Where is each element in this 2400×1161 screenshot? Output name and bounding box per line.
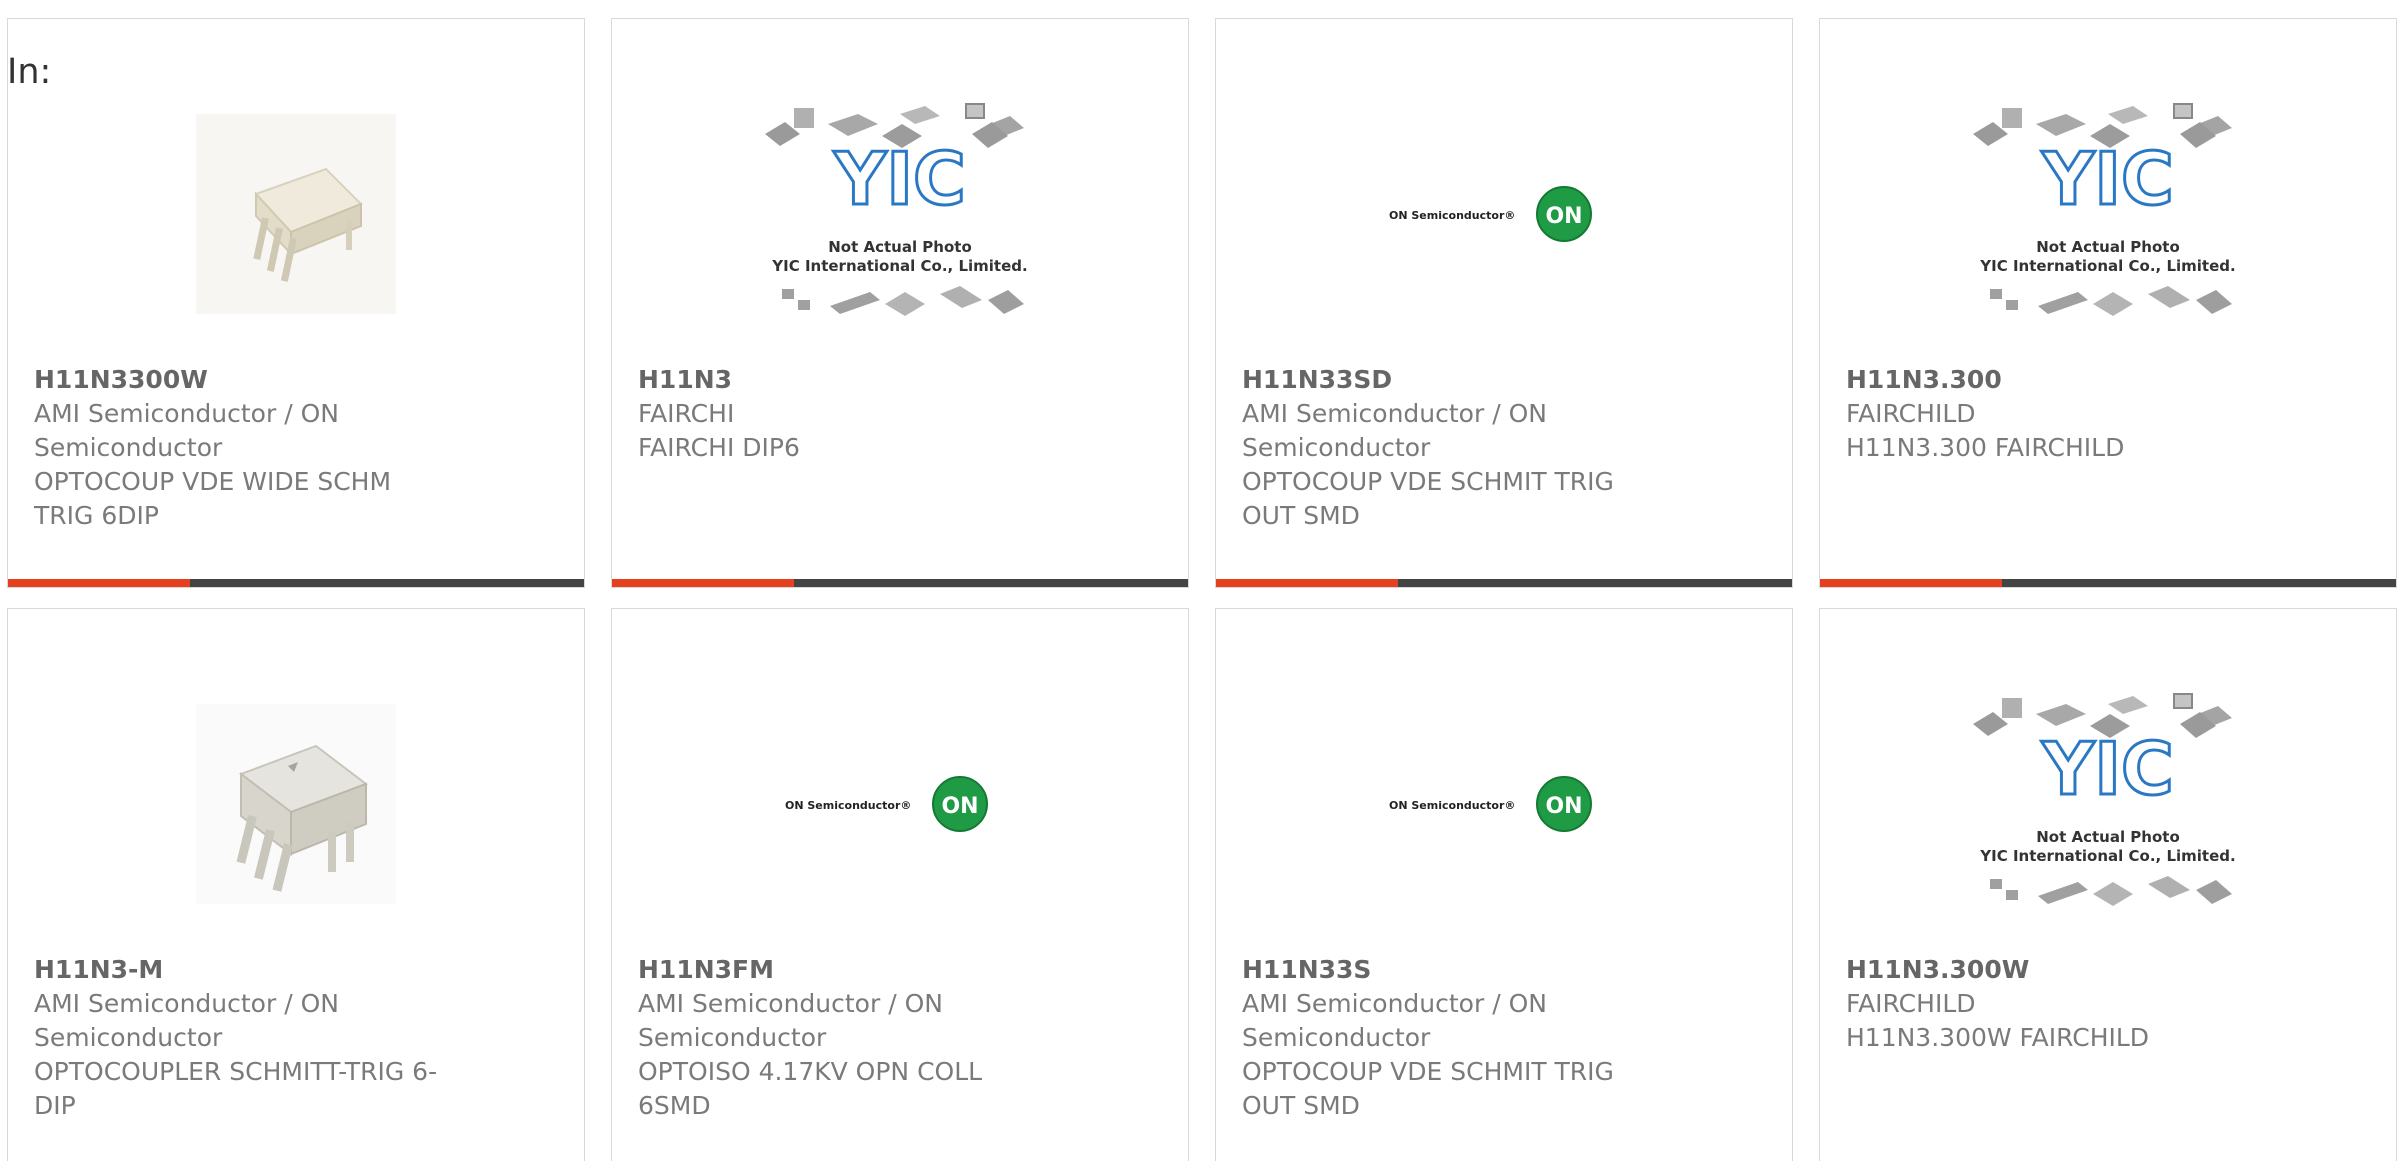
manufacturer: AMI Semiconductor / ON Semiconductor [34, 399, 339, 462]
on-semi-logo-icon[interactable]: ON Semiconductor® ON [1216, 79, 1792, 349]
part-number[interactable]: H11N3-M [34, 953, 454, 987]
svg-text:ON: ON [1545, 204, 1582, 229]
product-info: H11N3-M AMI Semiconductor / ON Semicondu… [34, 953, 454, 1123]
manufacturer: AMI Semiconductor / ON Semiconductor [1242, 399, 1547, 462]
svg-text:Not Actual Photo: Not Actual Photo [2036, 238, 2180, 256]
description: OPTOISO 4.17KV OPN COLL 6SMD [638, 1057, 983, 1120]
description: OPTOCOUP VDE WIDE SCHM TRIG 6DIP [34, 467, 392, 530]
product-card[interactable]: YIC Not Actual Photo YIC International C… [1819, 18, 2397, 588]
part-number[interactable]: H11N3 [638, 363, 1058, 397]
part-number[interactable]: H11N33SD [1242, 363, 1662, 397]
on-semi-logo-icon[interactable]: ON Semiconductor® ON [1216, 669, 1792, 939]
product-card[interactable]: YIC Not Actual Photo YIC International C… [611, 18, 1189, 588]
manufacturer: AMI Semiconductor / ON Semiconductor [34, 989, 339, 1052]
product-info: H11N3.300 FAIRCHILD H11N3.300 FAIRCHILD [1846, 363, 2266, 465]
yic-placeholder-icon[interactable]: YIC Not Actual Photo YIC International C… [612, 79, 1188, 349]
svg-text:Not Actual Photo: Not Actual Photo [828, 238, 972, 256]
product-card[interactable]: ON Semiconductor® ON H11N3FM AMI Semicon… [611, 608, 1189, 1161]
svg-text:YIC International Co., Limited: YIC International Co., Limited. [1979, 257, 2235, 275]
description: FAIRCHI DIP6 [638, 433, 800, 462]
description: OPTOCOUP VDE SCHMIT TRIG OUT SMD [1242, 467, 1614, 530]
description: OPTOCOUPLER SCHMITT-TRIG 6-DIP [34, 1057, 438, 1120]
svg-text:YIC: YIC [2041, 727, 2174, 811]
part-number[interactable]: H11N3FM [638, 953, 1058, 987]
svg-text:YIC International Co., Limited: YIC International Co., Limited. [1979, 847, 2235, 865]
part-number[interactable]: H11N3.300 [1846, 363, 2266, 397]
card-footer-bar [612, 579, 1188, 587]
product-info: H11N3 FAIRCHI FAIRCHI DIP6 [638, 363, 1058, 465]
product-card[interactable]: YIC Not Actual Photo YIC International C… [1819, 608, 2397, 1161]
product-card[interactable]: H11N3300W AMI Semiconductor / ON Semicon… [7, 18, 585, 588]
svg-text:ON: ON [1545, 794, 1582, 819]
manufacturer: AMI Semiconductor / ON Semiconductor [1242, 989, 1547, 1052]
svg-text:YIC International Co., Limited: YIC International Co., Limited. [771, 257, 1027, 275]
part-number[interactable]: H11N3300W [34, 363, 454, 397]
product-info: H11N3.300W FAIRCHILD H11N3.300W FAIRCHIL… [1846, 953, 2266, 1055]
svg-text:ON Semiconductor®: ON Semiconductor® [1389, 209, 1515, 222]
chip-photo-icon[interactable] [8, 669, 584, 939]
svg-text:ON: ON [941, 794, 978, 819]
description: OPTOCOUP VDE SCHMIT TRIG OUT SMD [1242, 1057, 1614, 1120]
card-accent-bar [612, 579, 794, 587]
card-accent-bar [1216, 579, 1398, 587]
yic-placeholder-icon[interactable]: YIC Not Actual Photo YIC International C… [1820, 79, 2396, 349]
product-info: H11N33SD AMI Semiconductor / ON Semicond… [1242, 363, 1662, 533]
yic-placeholder-icon[interactable]: YIC Not Actual Photo YIC International C… [1820, 669, 2396, 939]
description: H11N3.300W FAIRCHILD [1846, 1023, 2150, 1052]
product-card[interactable]: ON Semiconductor® ON H11N33S AMI Semicon… [1215, 608, 1793, 1161]
on-semi-logo-icon[interactable]: ON Semiconductor® ON [612, 669, 1188, 939]
svg-text:YIC: YIC [2041, 137, 2174, 221]
card-accent-bar [8, 579, 190, 587]
svg-text:Not Actual Photo: Not Actual Photo [2036, 828, 2180, 846]
product-info: H11N3300W AMI Semiconductor / ON Semicon… [34, 363, 454, 533]
manufacturer: FAIRCHI [638, 399, 735, 428]
manufacturer: FAIRCHILD [1846, 399, 1976, 428]
product-grid-page: In: H11N3300W AMI Semiconductor / ON Sem… [0, 0, 2400, 1161]
description: H11N3.300 FAIRCHILD [1846, 433, 2125, 462]
manufacturer: AMI Semiconductor / ON Semiconductor [638, 989, 943, 1052]
card-footer-bar [8, 579, 584, 587]
svg-text:ON Semiconductor®: ON Semiconductor® [785, 799, 911, 812]
product-card[interactable]: H11N3-M AMI Semiconductor / ON Semicondu… [7, 608, 585, 1161]
product-card[interactable]: ON Semiconductor® ON H11N33SD AMI Semico… [1215, 18, 1793, 588]
card-accent-bar [1820, 579, 2002, 587]
filter-label: In: [7, 52, 52, 92]
product-info: H11N33S AMI Semiconductor / ON Semicondu… [1242, 953, 1662, 1123]
card-footer-bar [1820, 579, 2396, 587]
manufacturer: FAIRCHILD [1846, 989, 1976, 1018]
svg-text:YIC: YIC [833, 137, 966, 221]
part-number[interactable]: H11N3.300W [1846, 953, 2266, 987]
card-footer-bar [1216, 579, 1792, 587]
chip-photo-icon[interactable] [8, 79, 584, 349]
part-number[interactable]: H11N33S [1242, 953, 1662, 987]
product-info: H11N3FM AMI Semiconductor / ON Semicondu… [638, 953, 1058, 1123]
svg-text:ON Semiconductor®: ON Semiconductor® [1389, 799, 1515, 812]
